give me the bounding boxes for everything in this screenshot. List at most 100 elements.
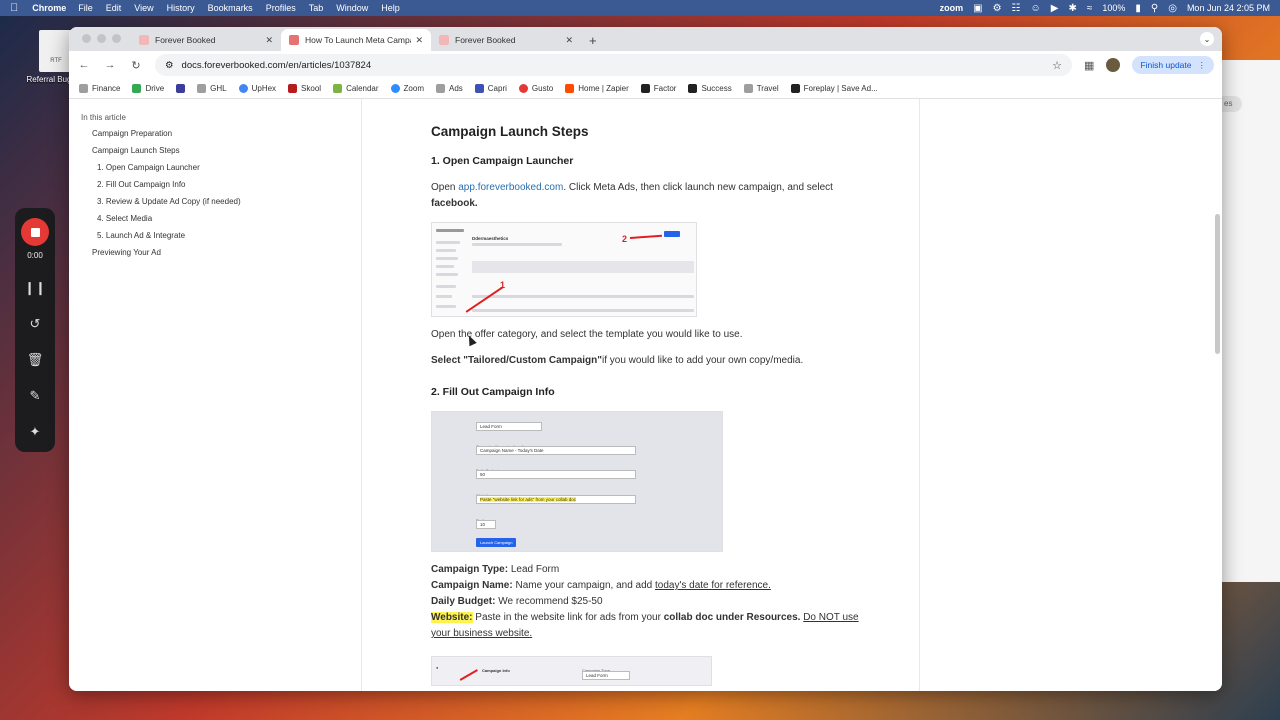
- success-icon: [688, 84, 698, 93]
- menu-edit[interactable]: Edit: [106, 3, 122, 13]
- restart-icon[interactable]: ↺: [30, 306, 41, 342]
- bookmark-star-icon[interactable]: ☆: [1052, 59, 1062, 72]
- bookmark-foreplay[interactable]: Foreplay | Save Ad...: [790, 84, 878, 93]
- bookmark-ads[interactable]: Ads: [435, 84, 463, 93]
- tabs: Forever Booked ✕ How To Launch Meta Camp…: [131, 29, 605, 51]
- bookmark-capri[interactable]: Capri: [474, 84, 507, 93]
- bluetooth-icon[interactable]: ✱: [1068, 3, 1076, 14]
- bookmark-finance[interactable]: Finance: [79, 84, 120, 93]
- spotlight-search-icon[interactable]: ⚲: [1151, 3, 1158, 14]
- bookmark-gusto[interactable]: Gusto: [518, 84, 553, 93]
- bookmark-zapier[interactable]: Home | Zapier: [565, 84, 629, 93]
- article-column: Campaign Launch Steps 1. Open Campaign L…: [361, 99, 920, 691]
- close-tab-icon[interactable]: ✕: [265, 35, 273, 46]
- profile-avatar[interactable]: [1106, 58, 1121, 72]
- reload-icon[interactable]: ↻: [129, 59, 143, 72]
- wifi-icon[interactable]: ≈: [1087, 3, 1093, 14]
- close-tab-icon[interactable]: ✕: [565, 35, 573, 46]
- menu-help[interactable]: Help: [381, 3, 400, 13]
- bookmark-calendar[interactable]: Calendar: [333, 84, 379, 93]
- toc-item-campaign-preparation[interactable]: Campaign Preparation: [81, 129, 281, 139]
- tab-forever-booked-2[interactable]: Forever Booked ✕: [431, 29, 581, 51]
- bookmark-ghl[interactable]: GHL: [197, 84, 227, 93]
- bookmark-drive[interactable]: Drive: [132, 84, 164, 93]
- tab-forever-booked-1[interactable]: Forever Booked ✕: [131, 29, 281, 51]
- pause-icon[interactable]: ❙❙: [24, 270, 46, 306]
- zoom-menubar-label[interactable]: zoom: [940, 3, 964, 13]
- menu-file[interactable]: File: [78, 3, 93, 13]
- browser-toolbar: ← → ↻ ⚙ docs.foreverbooked.com/en/articl…: [69, 51, 1222, 79]
- play-status-icon[interactable]: ▶: [1051, 3, 1059, 14]
- trash-icon[interactable]: 🗑: [27, 342, 44, 378]
- bookmark-success[interactable]: Success: [688, 84, 732, 93]
- minimize-window-button[interactable]: [97, 34, 106, 43]
- site-info-icon[interactable]: ⚙: [165, 60, 174, 71]
- bookmark-uphex[interactable]: UpHex: [238, 84, 276, 93]
- bookmark-travel[interactable]: Travel: [743, 84, 779, 93]
- menu-view[interactable]: View: [134, 3, 153, 13]
- pen-icon[interactable]: ✎: [30, 378, 41, 414]
- bookmark-factor[interactable]: Factor: [640, 84, 676, 93]
- zoom-window-button[interactable]: [112, 34, 121, 43]
- page-scrollbar[interactable]: [1215, 214, 1220, 354]
- control-center-icon[interactable]: ◎: [1168, 3, 1177, 14]
- menu-tab[interactable]: Tab: [309, 3, 324, 13]
- calendar-icon: [333, 84, 343, 93]
- app-link[interactable]: app.foreverbooked.com: [458, 182, 563, 193]
- extensions-icon[interactable]: ▦: [1084, 59, 1094, 72]
- user-status-icon[interactable]: ☺: [1031, 3, 1041, 14]
- apple-icon[interactable]: : [10, 2, 18, 14]
- bookmark-label: Finance: [92, 84, 121, 93]
- menubar-clock[interactable]: Mon Jun 24 2:05 PM: [1187, 3, 1270, 13]
- bookmark-unnamed[interactable]: [176, 84, 186, 93]
- bookmark-skool[interactable]: Skool: [288, 84, 321, 93]
- text: Paste in the website link for ads from y…: [472, 612, 664, 623]
- uphex-icon: [238, 84, 248, 93]
- underlined-text: today's date for reference.: [655, 580, 771, 591]
- website-line: Website: Paste in the website link for a…: [431, 610, 871, 642]
- settings-status-icon[interactable]: ⚙: [993, 3, 1002, 14]
- control-status-icon[interactable]: ☷: [1012, 3, 1021, 14]
- menu-profiles[interactable]: Profiles: [266, 3, 296, 13]
- bold-text: Select "Tailored/Custom Campaign": [431, 355, 602, 366]
- address-bar[interactable]: ⚙ docs.foreverbooked.com/en/articles/103…: [155, 54, 1073, 76]
- mock-line: [436, 257, 458, 260]
- menu-window[interactable]: Window: [336, 3, 368, 13]
- bookmark-label: Skool: [301, 84, 322, 93]
- bookmark-zoom[interactable]: Zoom: [390, 84, 424, 93]
- battery-icon[interactable]: ▮: [1135, 3, 1141, 14]
- battery-percent[interactable]: 100%: [1102, 3, 1125, 13]
- toc-item-campaign-launch-steps[interactable]: Campaign Launch Steps: [81, 146, 281, 156]
- back-arrow-icon[interactable]: ←: [77, 59, 91, 71]
- toc-item-fill-info[interactable]: 2. Fill Out Campaign Info: [81, 180, 281, 190]
- forward-arrow-icon[interactable]: →: [103, 59, 117, 71]
- new-tab-button[interactable]: +: [581, 29, 605, 51]
- toc-item-open-launcher[interactable]: 1. Open Campaign Launcher: [81, 163, 281, 173]
- close-window-button[interactable]: [82, 34, 91, 43]
- section-heading: Campaign Launch Steps: [431, 124, 589, 139]
- toc-item-previewing[interactable]: Previewing Your Ad: [81, 248, 281, 258]
- toc-item-launch-integrate[interactable]: 5. Launch Ad & Integrate: [81, 231, 281, 241]
- campaign-type-line: Campaign Type: Lead Form: [431, 562, 871, 578]
- finish-update-label: Finish update: [1140, 60, 1192, 70]
- tab-search-chevron-icon[interactable]: ⌄: [1200, 32, 1214, 46]
- tab-launch-meta-campaign[interactable]: How To Launch Meta Campai ✕: [281, 29, 431, 51]
- toc-item-review-copy[interactable]: 3. Review & Update Ad Copy (if needed): [81, 197, 281, 207]
- effects-icon[interactable]: ✦: [30, 414, 41, 450]
- bookmark-label: Foreplay | Save Ad...: [803, 84, 878, 93]
- toc-item-select-media[interactable]: 4. Select Media: [81, 214, 281, 224]
- mock-line: [436, 305, 456, 308]
- rtf-badge: RTF: [50, 58, 62, 64]
- stop-recording-button[interactable]: [21, 218, 49, 246]
- url-text[interactable]: docs.foreverbooked.com/en/articles/10378…: [182, 60, 372, 71]
- finish-update-button[interactable]: Finish update ⋮: [1132, 56, 1214, 74]
- menu-history[interactable]: History: [167, 3, 195, 13]
- record-status-icon[interactable]: ▣: [973, 3, 982, 14]
- folder-icon: [197, 84, 207, 93]
- screenshot-campaign-info: ● Campaign Info Campaign Type Lead Form: [431, 656, 712, 686]
- menubar-app-name[interactable]: Chrome: [32, 3, 66, 13]
- capri-icon: [474, 84, 484, 93]
- tab-title: How To Launch Meta Campai: [305, 35, 412, 45]
- close-tab-icon[interactable]: ✕: [415, 35, 423, 46]
- menu-bookmarks[interactable]: Bookmarks: [208, 3, 253, 13]
